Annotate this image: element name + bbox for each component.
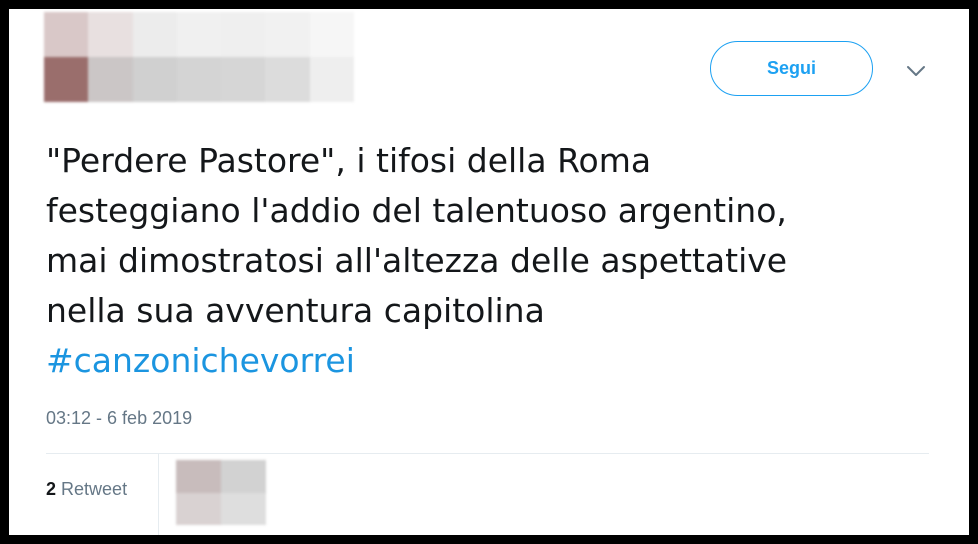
blur-pixel: [44, 12, 89, 57]
retweet-count: 2: [46, 479, 57, 499]
blur-pixel: [44, 57, 89, 102]
tweet-text: "Perdere Pastore", i tifosi della Roma f…: [46, 141, 788, 330]
blur-pixel: [265, 12, 310, 57]
blur-pixel: [176, 57, 222, 102]
blur-pixel: [88, 57, 133, 102]
blur-pixel: [221, 12, 266, 57]
blur-pixel: [132, 57, 177, 102]
stats-separator: [158, 454, 159, 535]
blur-pixel: [309, 12, 354, 57]
retweeter-avatar-blurred[interactable]: [176, 460, 266, 525]
retweet-label: Retweet: [61, 479, 128, 499]
blur-pixel: [176, 460, 221, 493]
blur-pixel: [265, 57, 310, 102]
blur-pixel: [221, 492, 266, 525]
divider-top: [46, 453, 929, 454]
blur-pixel: [221, 460, 266, 493]
blur-pixel: [176, 492, 221, 525]
chevron-down-icon[interactable]: [905, 63, 927, 79]
retweet-count-link[interactable]: 2 Retweet: [46, 479, 127, 500]
blur-pixel: [221, 57, 266, 102]
blur-pixel: [132, 12, 177, 57]
hashtag-link[interactable]: #canzonichevorrei: [46, 336, 355, 386]
tweet-card: Segui "Perdere Pastore", i tifosi della …: [9, 9, 969, 535]
blur-pixel: [88, 12, 133, 57]
follow-button[interactable]: Segui: [710, 41, 873, 96]
blur-pixel: [176, 12, 222, 57]
tweet-timestamp[interactable]: 03:12 - 6 feb 2019: [46, 408, 192, 429]
blur-pixel: [309, 57, 354, 102]
user-avatar-and-name-blurred[interactable]: [44, 12, 354, 102]
